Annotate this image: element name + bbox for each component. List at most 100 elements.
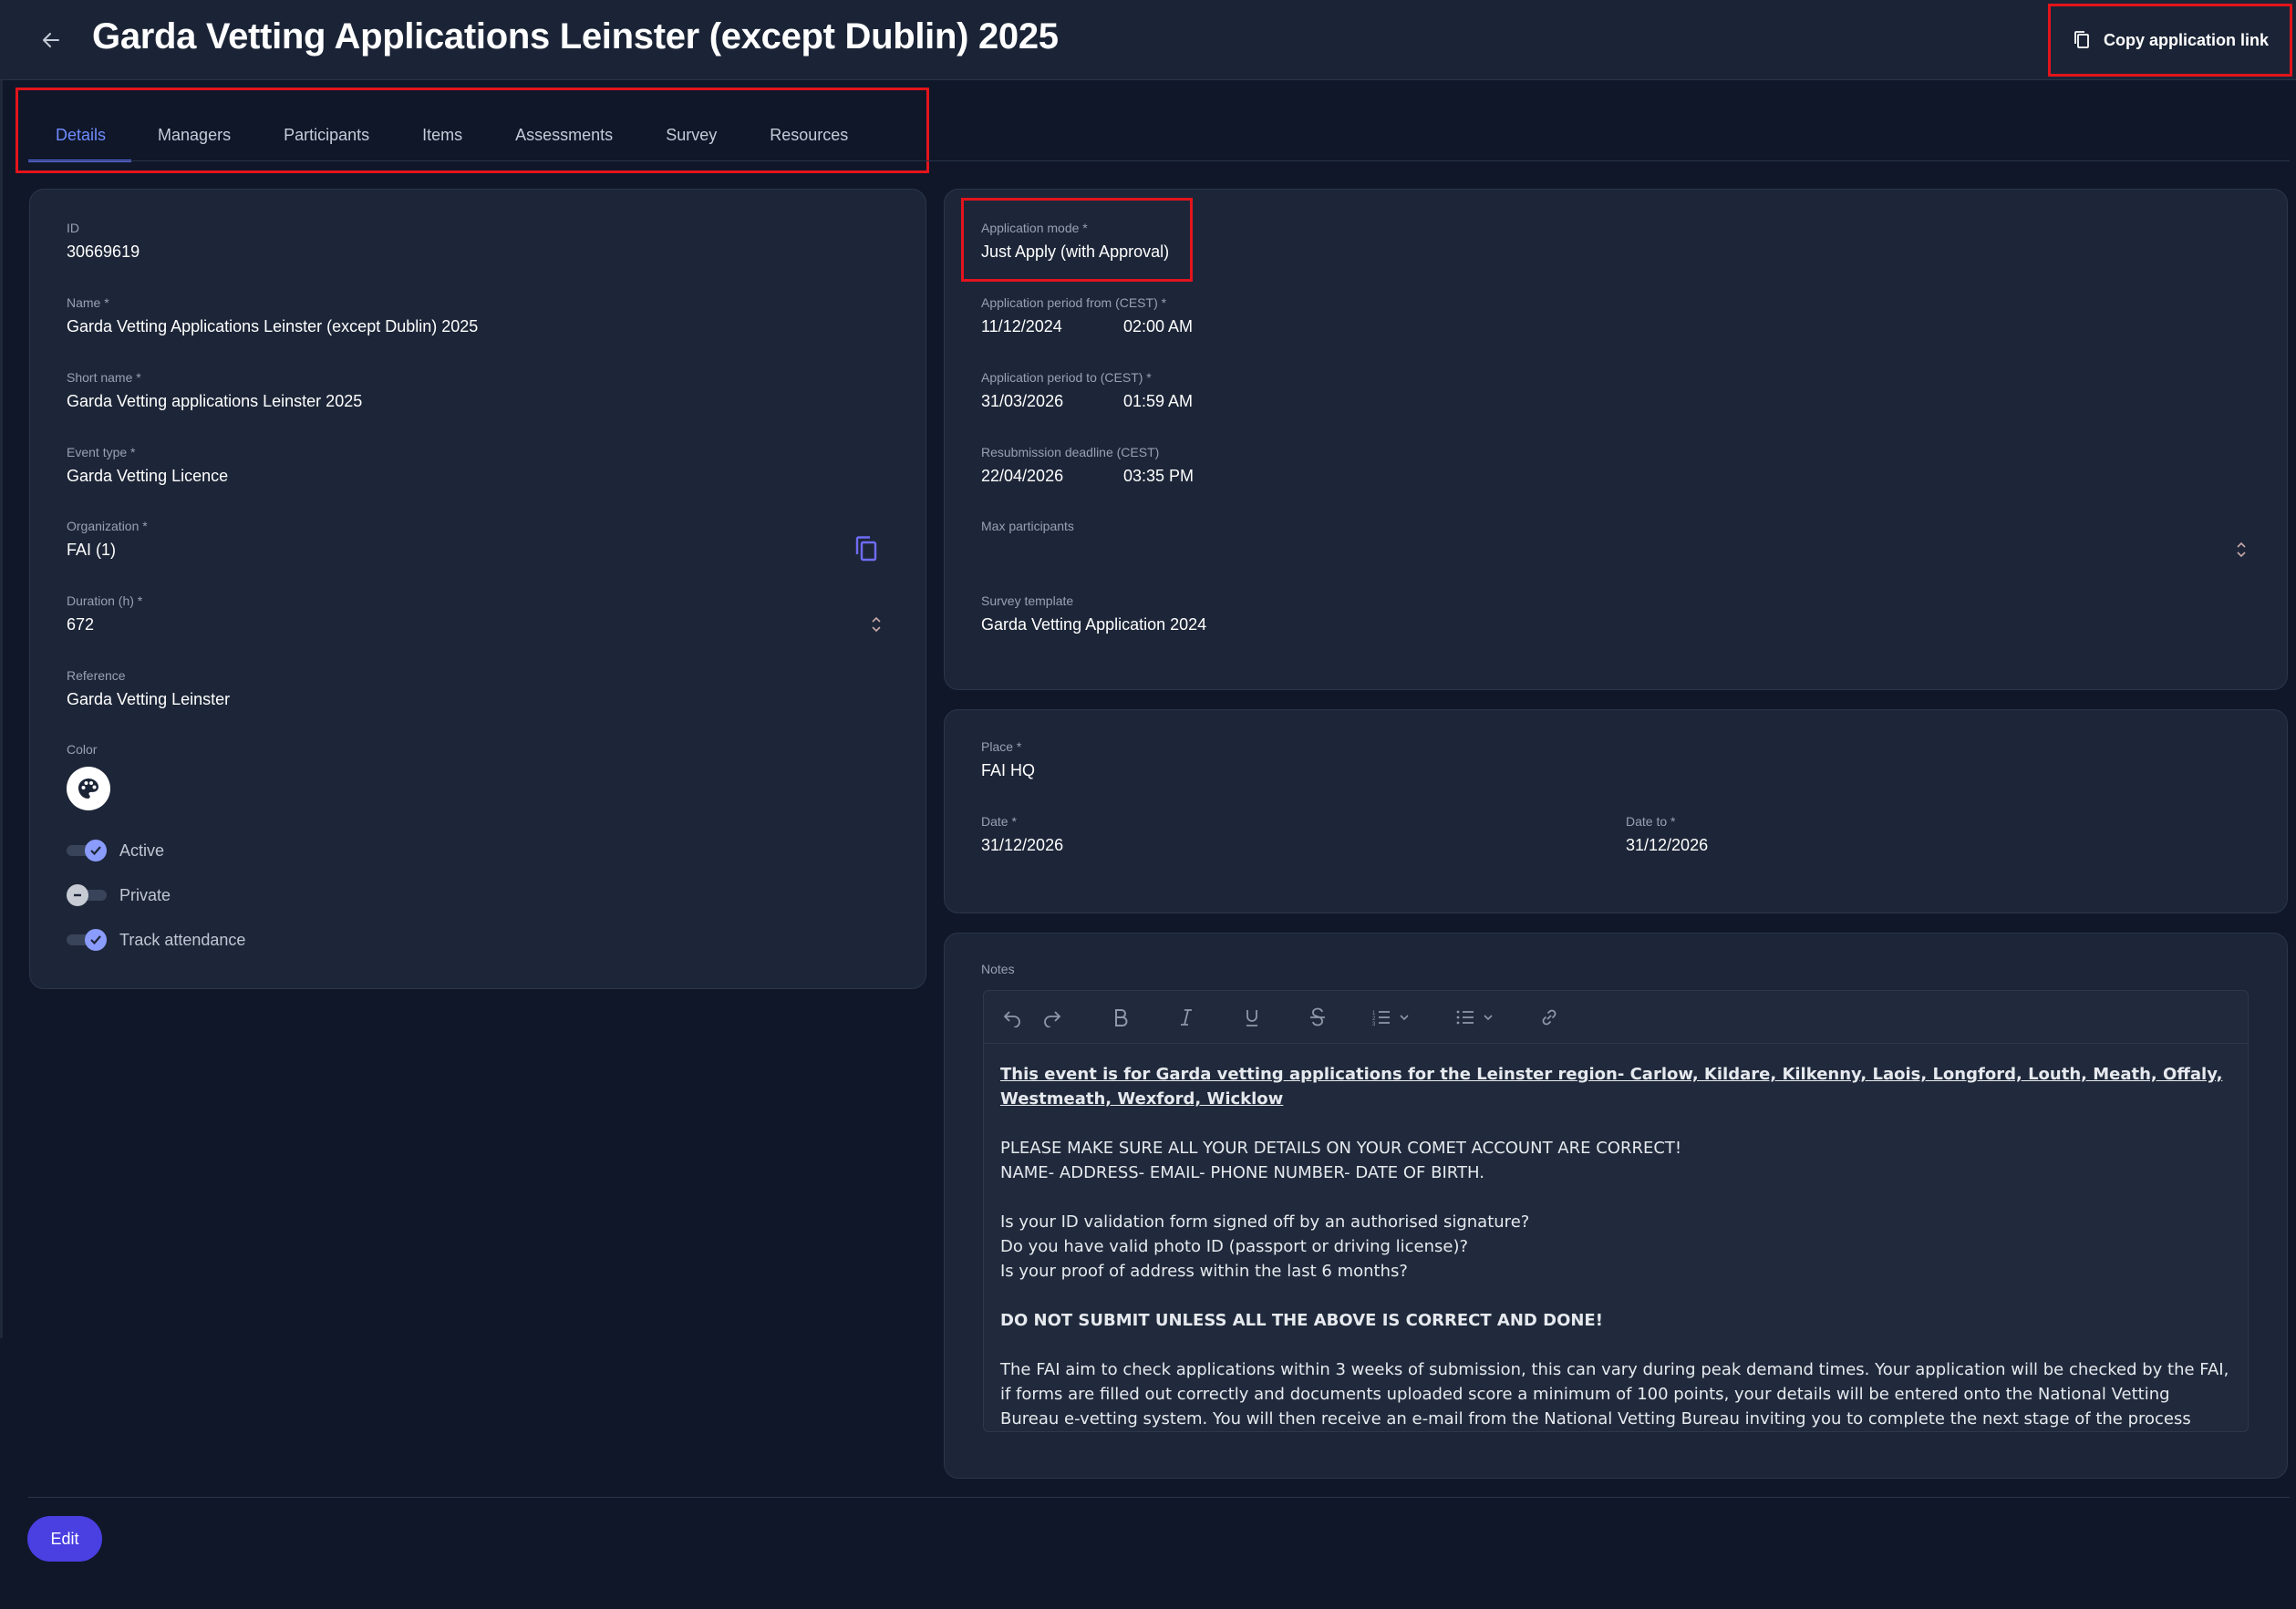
notes-label: Notes bbox=[981, 962, 1015, 976]
svg-text:3: 3 bbox=[1372, 1022, 1376, 1027]
tab-items[interactable]: Items bbox=[396, 117, 489, 162]
redo-button[interactable] bbox=[1042, 1004, 1062, 1031]
place-card: Place * FAI HQ Date * 31/12/2026 Date to… bbox=[944, 709, 2288, 913]
bullet-list-icon bbox=[1456, 1010, 1474, 1025]
duration-value[interactable]: 672 bbox=[67, 615, 94, 634]
chevron-down-icon bbox=[1400, 1015, 1409, 1021]
back-button[interactable] bbox=[35, 24, 67, 57]
tab-resources[interactable]: Resources bbox=[743, 117, 874, 162]
tabs-divider bbox=[28, 160, 2290, 161]
short-name-value: Garda Vetting applications Leinster 2025 bbox=[67, 392, 363, 410]
strikethrough-button[interactable] bbox=[1308, 1004, 1327, 1031]
strikethrough-icon bbox=[1310, 1007, 1325, 1026]
chevron-down-icon bbox=[1484, 1015, 1493, 1021]
footer-divider bbox=[28, 1497, 2290, 1498]
max-participants-stepper[interactable] bbox=[2234, 540, 2249, 560]
resubmission-date[interactable]: 22/04/2026 bbox=[981, 467, 1063, 486]
notes-checklist-paragraph: Is your ID validation form signed off by… bbox=[1000, 1210, 2231, 1284]
underline-icon bbox=[1246, 1010, 1257, 1026]
undo-button[interactable] bbox=[1002, 1004, 1022, 1031]
italic-button[interactable] bbox=[1177, 1004, 1195, 1031]
chevron-up-down-icon bbox=[872, 616, 881, 633]
chevron-up-down-icon bbox=[2237, 541, 2246, 558]
application-mode-highlight bbox=[961, 198, 1193, 282]
edit-button[interactable]: Edit bbox=[27, 1516, 102, 1562]
italic-icon bbox=[1181, 1009, 1192, 1026]
active-switch[interactable] bbox=[67, 840, 107, 861]
date-to-value[interactable]: 31/12/2026 bbox=[1626, 836, 1708, 855]
tab-bar: Details Managers Participants Items Asse… bbox=[28, 117, 874, 162]
check-icon bbox=[90, 935, 101, 945]
duration-label: Duration (h) * bbox=[67, 593, 143, 608]
check-icon bbox=[90, 846, 101, 856]
redo-icon bbox=[1044, 1011, 1061, 1027]
copy-icon bbox=[2074, 31, 2089, 48]
notes-warning-paragraph: DO NOT SUBMIT UNLESS ALL THE ABOVE IS CO… bbox=[1000, 1311, 1603, 1330]
id-label: ID bbox=[67, 221, 79, 235]
date-to-label: Date to * bbox=[1626, 814, 1676, 829]
bold-button[interactable] bbox=[1112, 1004, 1130, 1031]
ordered-list-button[interactable]: 123 bbox=[1371, 1004, 1410, 1031]
duration-stepper[interactable] bbox=[869, 614, 884, 634]
id-value: 30669619 bbox=[67, 242, 140, 261]
copy-icon bbox=[855, 536, 877, 562]
editor-toolbar: 123 bbox=[984, 991, 2248, 1044]
toggle-active[interactable]: Active bbox=[67, 840, 164, 861]
organization-label: Organization * bbox=[67, 519, 148, 533]
bullet-list-button[interactable] bbox=[1455, 1004, 1494, 1031]
notes-account-line-1: PLEASE MAKE SURE ALL YOUR DETAILS ON YOU… bbox=[1000, 1139, 1682, 1158]
name-label: Name * bbox=[67, 295, 109, 310]
tab-participants[interactable]: Participants bbox=[257, 117, 396, 162]
page-title: Garda Vetting Applications Leinster (exc… bbox=[92, 16, 1059, 57]
details-card: ID 30669619 Name * Garda Vetting Applica… bbox=[29, 189, 926, 989]
notes-account-paragraph: PLEASE MAKE SURE ALL YOUR DETAILS ON YOU… bbox=[1000, 1136, 2231, 1185]
notes-checklist-line-3: Is your proof of address within the last… bbox=[1000, 1262, 1408, 1281]
tab-survey[interactable]: Survey bbox=[639, 117, 743, 162]
notes-region-paragraph: This event is for Garda vetting applicat… bbox=[1000, 1065, 2223, 1109]
bold-icon bbox=[1115, 1009, 1128, 1026]
period-from-date[interactable]: 11/12/2024 bbox=[981, 317, 1062, 336]
organization-value: FAI (1) bbox=[67, 541, 117, 559]
tab-assessments[interactable]: Assessments bbox=[489, 117, 639, 162]
survey-template-label: Survey template bbox=[981, 593, 1074, 608]
link-icon bbox=[1542, 1009, 1557, 1026]
period-from-time[interactable]: 02:00 AM bbox=[1123, 317, 1193, 336]
period-to-time[interactable]: 01:59 AM bbox=[1123, 392, 1193, 411]
tab-details[interactable]: Details bbox=[28, 117, 132, 162]
period-to-date[interactable]: 31/03/2026 bbox=[981, 392, 1063, 411]
max-participants-label: Max participants bbox=[981, 519, 1074, 533]
period-to-label: Application period to (CEST) * bbox=[981, 370, 1152, 385]
ordered-list-icon: 123 bbox=[1372, 1011, 1390, 1027]
resubmission-time[interactable]: 03:35 PM bbox=[1123, 467, 1194, 486]
resubmission-label: Resubmission deadline (CEST) bbox=[981, 445, 1160, 459]
reference-label: Reference bbox=[67, 668, 126, 683]
left-edge bbox=[0, 80, 3, 1338]
notes-account-line-2: NAME- ADDRESS- EMAIL- PHONE NUMBER- DATE… bbox=[1000, 1163, 1484, 1182]
palette-icon bbox=[78, 779, 98, 799]
reference-value: Garda Vetting Leinster bbox=[67, 690, 231, 708]
notes-editor[interactable]: 123 This event is for Garda vetting appl… bbox=[983, 990, 2249, 1432]
notes-checklist-line-2: Do you have valid photo ID (passport or … bbox=[1000, 1237, 1469, 1256]
undo-icon bbox=[1003, 1011, 1020, 1027]
period-from-label: Application period from (CEST) * bbox=[981, 295, 1167, 310]
tab-managers[interactable]: Managers bbox=[131, 117, 257, 162]
date-label: Date * bbox=[981, 814, 1017, 829]
copy-organization-button[interactable] bbox=[853, 535, 879, 562]
copy-application-link-button[interactable]: Copy application link bbox=[2048, 4, 2292, 77]
toggle-track-attendance[interactable]: Track attendance bbox=[67, 929, 245, 951]
underline-button[interactable] bbox=[1243, 1004, 1261, 1031]
notes-content[interactable]: This event is for Garda vetting applicat… bbox=[1000, 1062, 2231, 1431]
color-picker[interactable] bbox=[67, 767, 110, 810]
notes-process-paragraph: The FAI aim to check applications within… bbox=[1000, 1360, 2229, 1429]
event-type-label: Event type * bbox=[67, 445, 136, 459]
date-value[interactable]: 31/12/2026 bbox=[981, 836, 1063, 855]
track-attendance-switch[interactable] bbox=[67, 929, 107, 951]
copy-application-link-label: Copy application link bbox=[2104, 30, 2270, 49]
link-button[interactable] bbox=[1539, 1004, 1559, 1031]
private-switch[interactable] bbox=[67, 884, 107, 906]
event-type-value: Garda Vetting Licence bbox=[67, 467, 229, 485]
survey-template-value[interactable]: Garda Vetting Application 2024 bbox=[981, 615, 1206, 634]
place-label: Place * bbox=[981, 739, 1022, 754]
notes-checklist-line-1: Is your ID validation form signed off by… bbox=[1000, 1212, 1530, 1232]
toggle-private[interactable]: Private bbox=[67, 884, 171, 906]
